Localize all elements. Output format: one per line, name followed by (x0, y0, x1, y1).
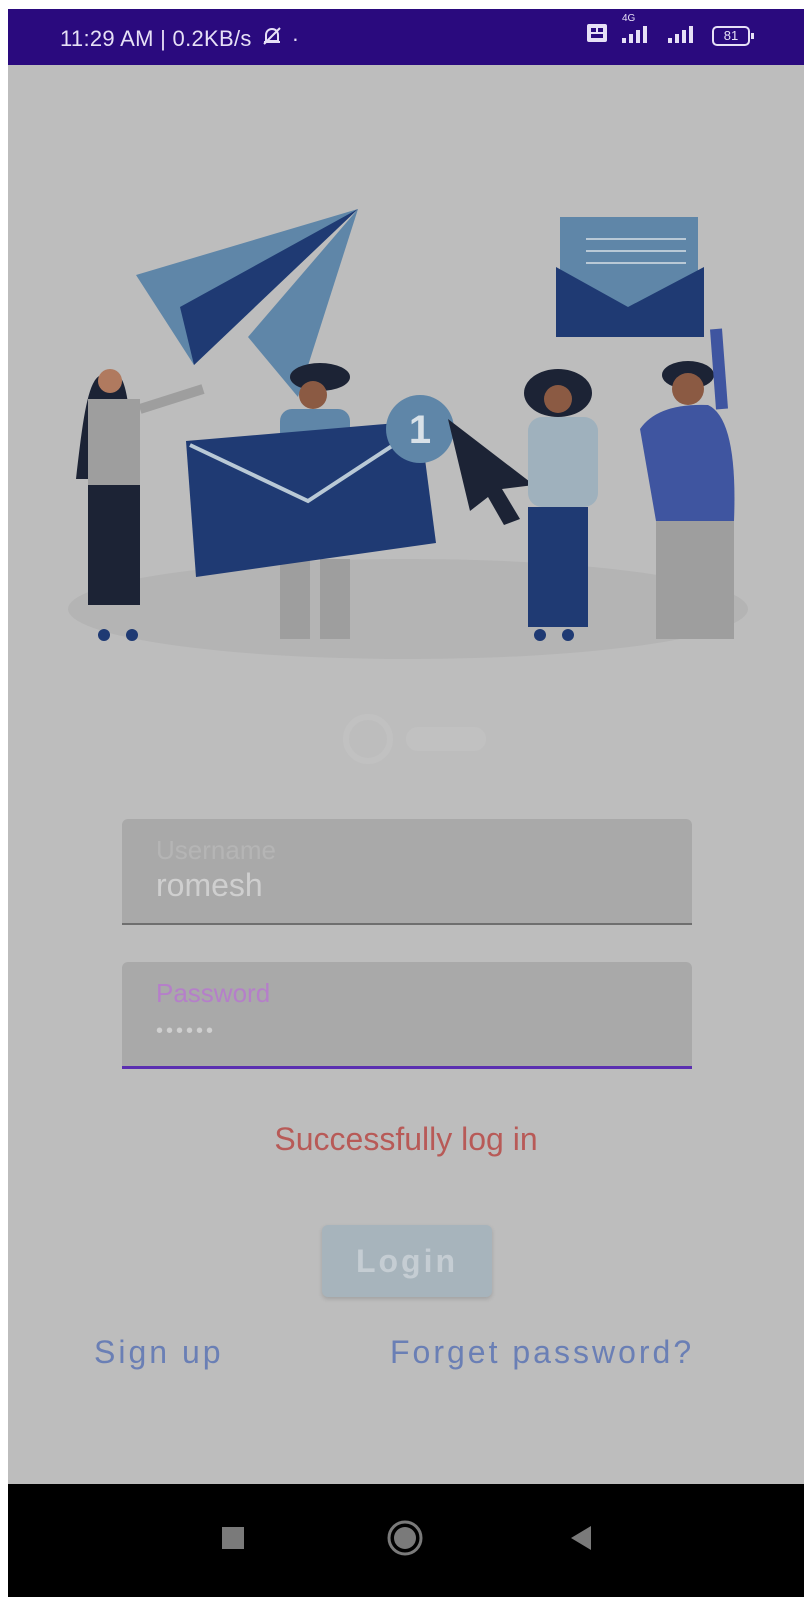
email-letter-icon (556, 217, 704, 337)
hero-illustration: 1 (68, 209, 748, 659)
signal-icon (666, 23, 700, 49)
cursor-arrow-icon (448, 419, 534, 525)
home-icon (386, 1519, 424, 1562)
username-label: Username (156, 835, 276, 865)
back-icon (567, 1524, 595, 1557)
status-time: 11:29 AM | 0.2KB/s (60, 26, 252, 51)
notification-badge-icon: 1 (386, 395, 454, 463)
recent-apps-button[interactable] (198, 1484, 268, 1597)
navigation-bar (8, 1484, 804, 1597)
password-field[interactable]: Password •••••• (122, 962, 692, 1069)
svg-text:1: 1 (409, 408, 431, 452)
password-input[interactable]: •••••• (156, 1020, 216, 1043)
back-button[interactable] (546, 1484, 616, 1597)
sim-icon (586, 23, 608, 49)
mute-bell-icon (260, 24, 284, 54)
network-badge: 4G (622, 13, 636, 24)
battery-icon: 81 (712, 25, 756, 47)
status-left: 11:29 AM | 0.2KB/s · (60, 24, 299, 54)
recent-apps-icon (220, 1525, 246, 1556)
status-dot: · (291, 26, 300, 51)
person-right-middle (524, 369, 598, 641)
app-screen: 11:29 AM | 0.2KB/s · 4G 81 1 Username ro… (8, 9, 804, 1597)
status-right: 4G 81 (586, 13, 756, 49)
username-input[interactable]: romesh (156, 867, 263, 904)
login-button[interactable]: Login (322, 1225, 492, 1297)
forget-password-link[interactable]: Forget password? (390, 1334, 694, 1371)
password-label: Password (156, 978, 271, 1008)
faded-logo (343, 714, 486, 764)
username-field[interactable]: Username romesh (122, 819, 692, 925)
home-button[interactable] (370, 1484, 440, 1597)
battery-level: 81 (723, 28, 739, 43)
status-bar: 11:29 AM | 0.2KB/s · 4G 81 (8, 9, 804, 65)
ground-shadow (68, 559, 748, 659)
network-4g-icon: 4G (620, 13, 654, 49)
signup-link[interactable]: Sign up (94, 1334, 224, 1371)
login-status-message: Successfully log in (274, 1121, 538, 1157)
